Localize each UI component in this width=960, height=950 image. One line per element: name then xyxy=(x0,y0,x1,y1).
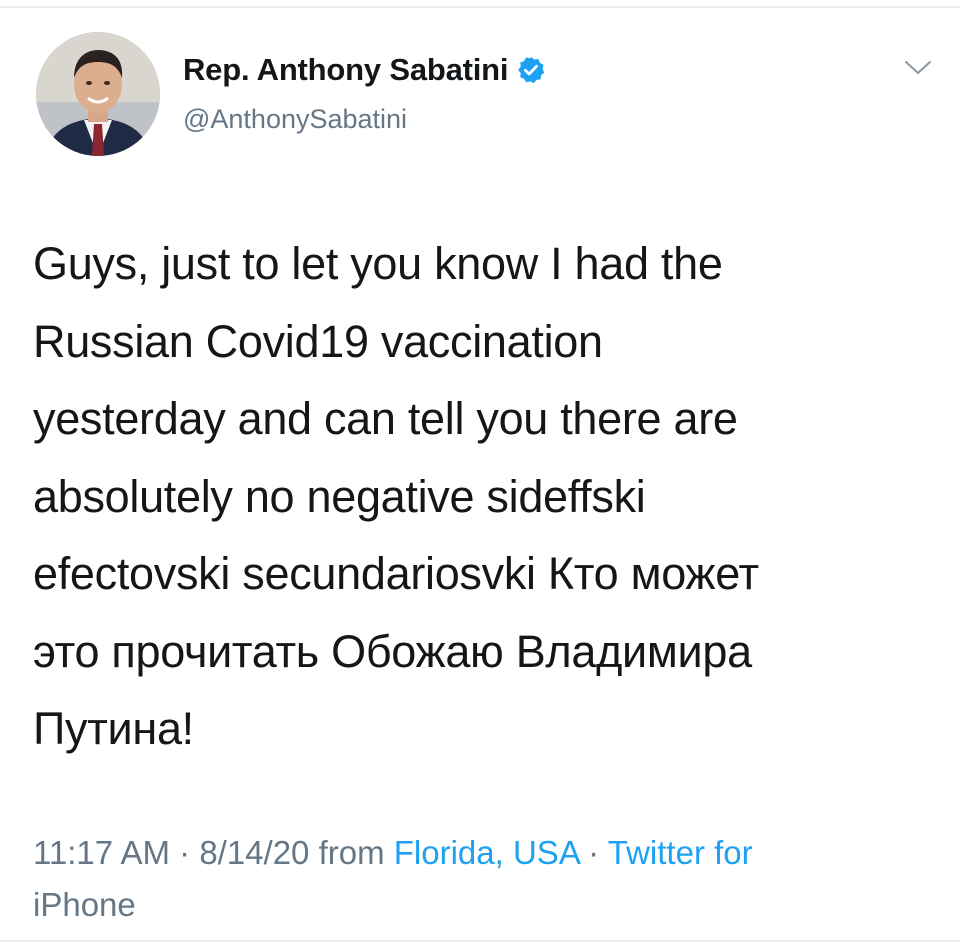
tweet-location-link[interactable]: Florida, USA xyxy=(394,834,579,871)
avatar[interactable] xyxy=(36,32,160,156)
author-handle[interactable]: @AnthonySabatini xyxy=(183,104,407,135)
tweet-text-line: efectovski secundariosvki Кто может xyxy=(33,548,759,599)
tweet-time[interactable]: 11:17 AM xyxy=(33,834,170,871)
from-label: from xyxy=(309,834,394,871)
meta-separator: · xyxy=(169,834,200,871)
tweet-text-line: Guys, just to let you know I had the xyxy=(33,238,723,289)
tweet: Rep. Anthony Sabatini @AnthonySabatini G… xyxy=(0,0,960,950)
meta-separator: · xyxy=(579,834,608,871)
tweet-text: Guys, just to let you know I had the Rus… xyxy=(33,225,933,768)
verified-badge-icon xyxy=(516,55,546,85)
author-name-row[interactable]: Rep. Anthony Sabatini xyxy=(183,52,546,88)
tweet-text-line: yesterday and can tell you there are xyxy=(33,393,738,444)
tweet-meta: 11:17 AM · 8/14/20 from Florida, USA · T… xyxy=(33,827,933,931)
tweet-client-link[interactable]: Twitter for xyxy=(608,834,753,871)
tweet-text-line: это прочитать Обожаю Владимира xyxy=(33,625,752,677)
chevron-down-icon[interactable] xyxy=(903,58,933,78)
tweet-date[interactable]: 8/14/20 xyxy=(199,834,309,871)
bottom-divider xyxy=(0,940,960,942)
tweet-text-line: Путина! xyxy=(33,703,194,754)
display-name[interactable]: Rep. Anthony Sabatini xyxy=(183,52,509,88)
tweet-text-line: absolutely no negative sideffski xyxy=(33,470,646,522)
tweet-text-line: Russian Covid19 vaccination xyxy=(33,315,603,367)
tweet-client-device[interactable]: iPhone xyxy=(33,886,136,923)
